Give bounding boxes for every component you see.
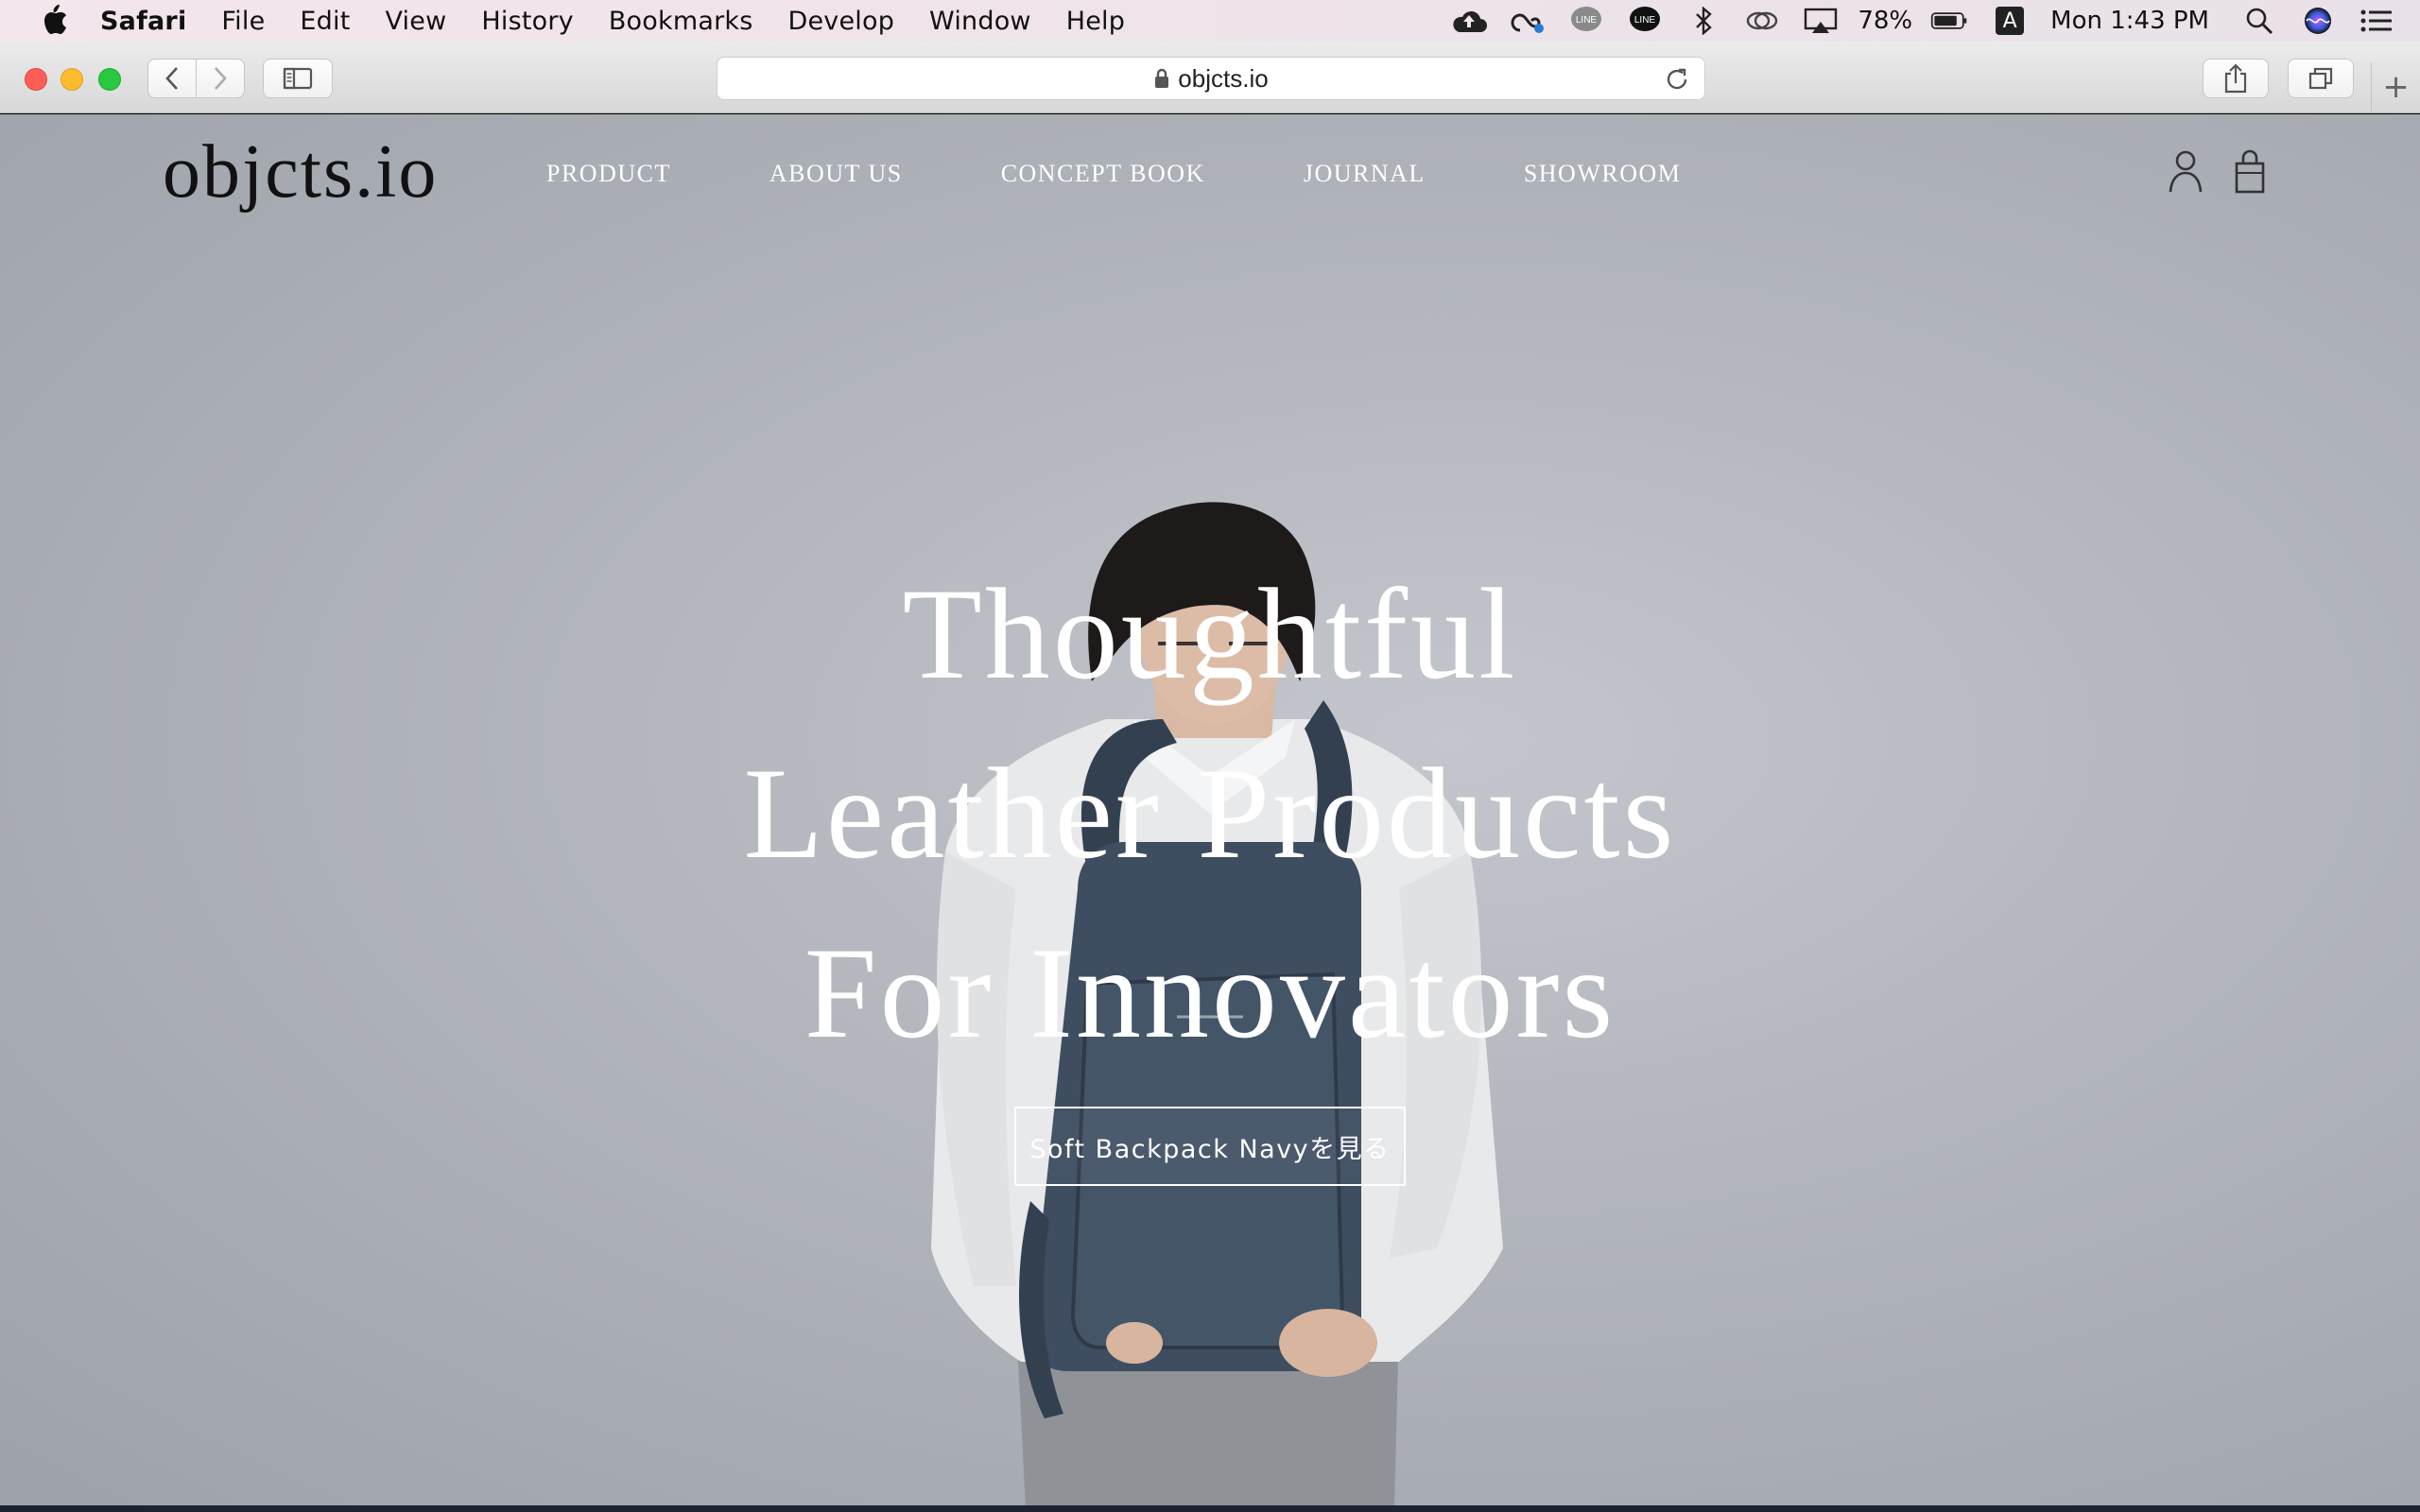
nav-concept-book[interactable]: CONCEPT BOOK: [1001, 160, 1205, 188]
menu-develop[interactable]: Develop: [787, 7, 894, 36]
url-text: objcts.io: [1178, 63, 1269, 93]
shopping-bag-icon[interactable]: [2231, 148, 2269, 194]
menu-edit[interactable]: Edit: [300, 7, 350, 36]
account-icon[interactable]: [2167, 148, 2204, 194]
address-bar[interactable]: objcts.io: [717, 57, 1705, 100]
bluetooth-icon[interactable]: [1685, 6, 1722, 36]
airplay-icon[interactable]: [1802, 6, 1840, 36]
hero-line-2: Leather Products: [743, 741, 1677, 885]
minimize-window-button[interactable]: [60, 68, 83, 91]
svg-text:LINE: LINE: [1634, 15, 1656, 26]
plus-icon: +: [2382, 68, 2410, 106]
menu-help[interactable]: Help: [1066, 7, 1125, 36]
siri-icon[interactable]: [2299, 6, 2337, 36]
line-icon[interactable]: LINE: [1626, 6, 1664, 36]
view-product-button[interactable]: Soft Backpack Navyを見る: [1014, 1107, 1406, 1186]
hero-line-1: Thoughtful: [902, 561, 1518, 706]
back-button[interactable]: [147, 59, 197, 98]
cloud-upload-icon[interactable]: [1450, 6, 1488, 36]
site-logo[interactable]: objcts.io: [163, 129, 438, 215]
tabs-icon: [2308, 67, 2333, 90]
tab-overview-button[interactable]: [2288, 59, 2354, 98]
creative-cloud-icon[interactable]: [1509, 6, 1547, 36]
hero-line-3: For Innovators: [804, 920, 1616, 1065]
site-header: objcts.io PRODUCT ABOUT US CONCEPT BOOK …: [0, 114, 2420, 237]
nav-product[interactable]: PRODUCT: [546, 160, 671, 188]
line-gray-icon[interactable]: LINE: [1567, 6, 1605, 36]
hero-headline: Thoughtful Leather Products For Innovato…: [0, 544, 2420, 1083]
input-source-badge[interactable]: A: [1996, 7, 2025, 35]
zoom-window-button[interactable]: [98, 68, 121, 91]
menu-view[interactable]: View: [385, 7, 446, 36]
chevron-left-icon: [165, 67, 178, 90]
menu-history[interactable]: History: [481, 7, 573, 36]
menu-window[interactable]: Window: [929, 7, 1031, 36]
nav-journal[interactable]: JOURNAL: [1304, 160, 1426, 188]
menu-bar: Safari File Edit View History Bookmarks …: [0, 0, 2420, 42]
lock-icon: [1155, 68, 1169, 88]
battery-icon[interactable]: [1930, 6, 1968, 36]
sidebar-icon: [283, 67, 313, 90]
share-icon: [2224, 63, 2247, 94]
sync-icon[interactable]: [1743, 6, 1781, 36]
chevron-right-icon: [215, 67, 227, 90]
menu-safari[interactable]: Safari: [100, 7, 186, 36]
new-tab-button[interactable]: +: [2371, 62, 2420, 112]
spotlight-search-icon[interactable]: [2240, 6, 2278, 36]
status-area: LINE LINE 78% A Mon 1:43 PM: [1440, 0, 2420, 42]
menu-bookmarks[interactable]: Bookmarks: [609, 7, 753, 36]
menu-clock[interactable]: Mon 1:43 PM: [2050, 7, 2209, 35]
battery-percent: 78%: [1858, 7, 1913, 35]
sidebar-toggle-button[interactable]: [263, 59, 333, 98]
apple-logo-icon[interactable]: [38, 4, 68, 38]
web-page: objcts.io PRODUCT ABOUT US CONCEPT BOOK …: [0, 114, 2420, 1507]
page-bottom-edge: [0, 1505, 2420, 1512]
reload-icon[interactable]: [1665, 67, 1689, 92]
notification-center-icon[interactable]: [2358, 6, 2395, 36]
nav-showroom[interactable]: SHOWROOM: [1524, 160, 1682, 188]
share-button[interactable]: [2203, 59, 2269, 98]
forward-button[interactable]: [196, 59, 245, 98]
svg-text:LINE: LINE: [1576, 15, 1598, 26]
browser-toolbar: objcts.io +: [0, 42, 2420, 113]
close-window-button[interactable]: [25, 68, 47, 91]
site-nav: PRODUCT ABOUT US CONCEPT BOOK JOURNAL SH…: [546, 160, 1779, 188]
menu-file[interactable]: File: [221, 7, 265, 36]
nav-about-us[interactable]: ABOUT US: [769, 160, 903, 188]
